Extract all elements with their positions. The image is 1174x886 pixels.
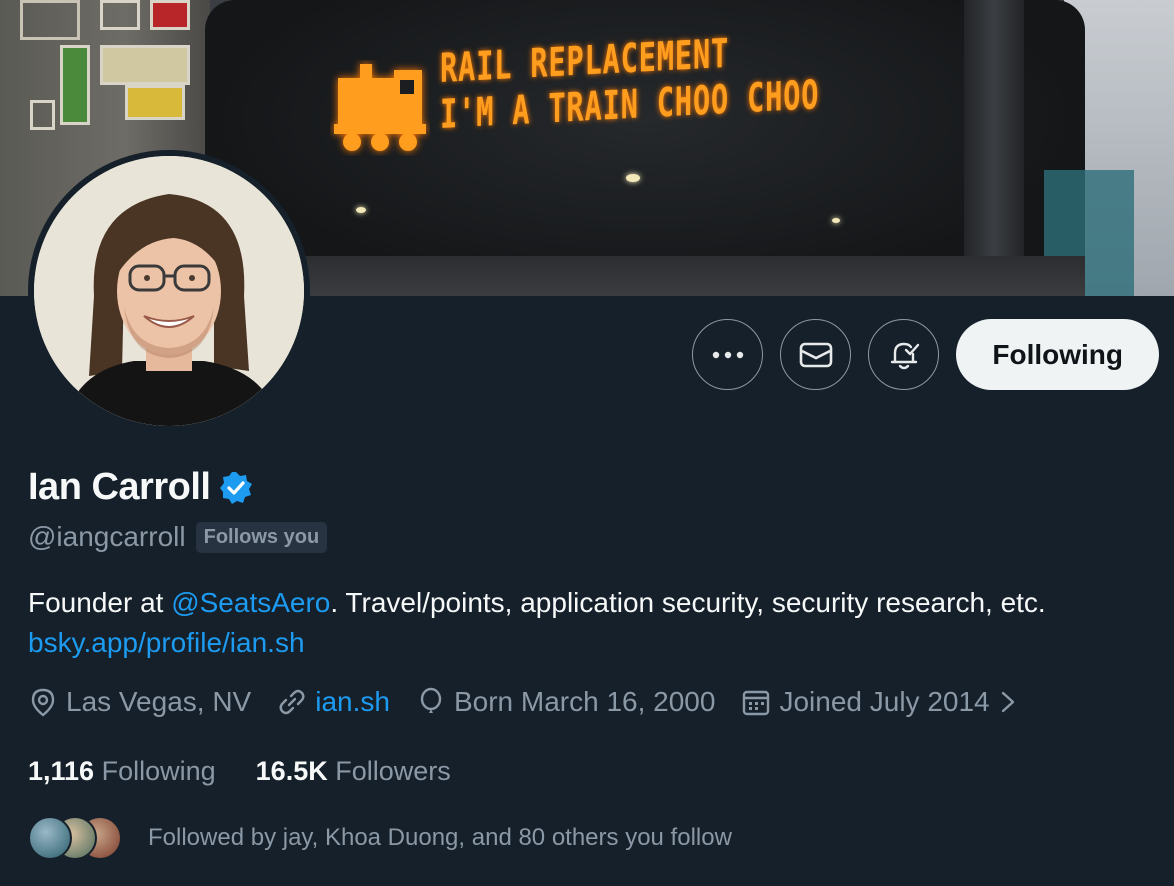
profile-name: Ian Carroll [28,466,211,508]
profile-bio: Founder at @SeatsAero. Travel/points, ap… [28,583,1158,663]
more-button[interactable] [692,319,764,390]
followed-by-row[interactable]: Followed by jay, Khoa Duong, and 80 othe… [28,816,732,860]
birthday-text: Born March 16, 2000 [453,686,716,717]
link-icon [279,689,305,715]
profile-name-row: Ian Carroll [28,466,254,509]
balloon-icon [420,687,442,713]
more-horizontal-icon [712,351,744,358]
followers-label: Followers [335,756,451,786]
profile-stats: 1,116 Following 16.5K Followers [28,756,451,787]
meta-website: ian.sh [277,686,390,718]
notifications-button[interactable] [868,319,940,390]
meta-birthday: Born March 16, 2000 [416,686,716,718]
meta-joined[interactable]: Joined July 2014 [741,686,1017,718]
calendar-icon [743,690,770,716]
envelope-icon [799,342,833,367]
meta-location: Las Vegas, NV [28,686,251,718]
message-button[interactable] [780,319,852,390]
banner-window [30,100,55,130]
bio-text-suffix: . Travel/points, application security, s… [330,587,1046,618]
banner-road [205,256,1085,296]
banner-window [125,85,185,120]
location-pin-icon [31,688,55,717]
profile-handle-row: @iangcarroll Follows you [28,521,328,553]
banner-light [626,174,640,182]
location-text: Las Vegas, NV [66,686,252,717]
banner-light [832,218,840,223]
joined-text: Joined July 2014 [779,686,990,717]
following-button[interactable]: Following [956,319,1159,390]
bio-mention-link[interactable]: @SeatsAero [171,587,330,618]
follows-you-badge: Follows you [195,521,328,553]
followers-stat[interactable]: 16.5K Followers [256,756,451,787]
following-label: Following [101,756,216,786]
profile-actions: Following [692,319,1159,390]
verified-badge-icon[interactable] [218,470,254,506]
following-count: 1,116 [28,756,95,786]
bio-external-link[interactable]: bsky.app/profile/ian.sh [28,627,305,658]
banner-sign-text: RAIL REPLACEMENT I'M A TRAIN CHOO CHOO [440,31,819,138]
banner-window [100,45,190,85]
chevron-right-icon [1001,691,1014,713]
banner-light [356,207,366,213]
bell-check-icon [890,342,920,369]
banner-pole [964,0,1024,296]
profile-handle: @iangcarroll [28,521,186,552]
profile-avatar[interactable] [28,150,310,432]
banner-window [150,0,190,30]
avatar [28,816,72,860]
followed-by-text: Followed by jay, Khoa Duong, and 80 othe… [148,824,732,851]
mutual-avatars [28,816,122,860]
profile-meta: Las Vegas, NV ian.sh Born March 16, 2000… [28,686,1044,718]
banner-window [20,0,80,40]
banner-window [100,0,140,30]
bio-text-prefix: Founder at [28,587,172,618]
website-link[interactable]: ian.sh [315,686,390,718]
avatar-photo [34,156,304,426]
train-icon [334,64,426,151]
following-stat[interactable]: 1,116 Following [28,756,216,787]
followers-count: 16.5K [255,756,328,786]
banner-window [60,45,90,125]
avatar-illustration [34,156,304,426]
